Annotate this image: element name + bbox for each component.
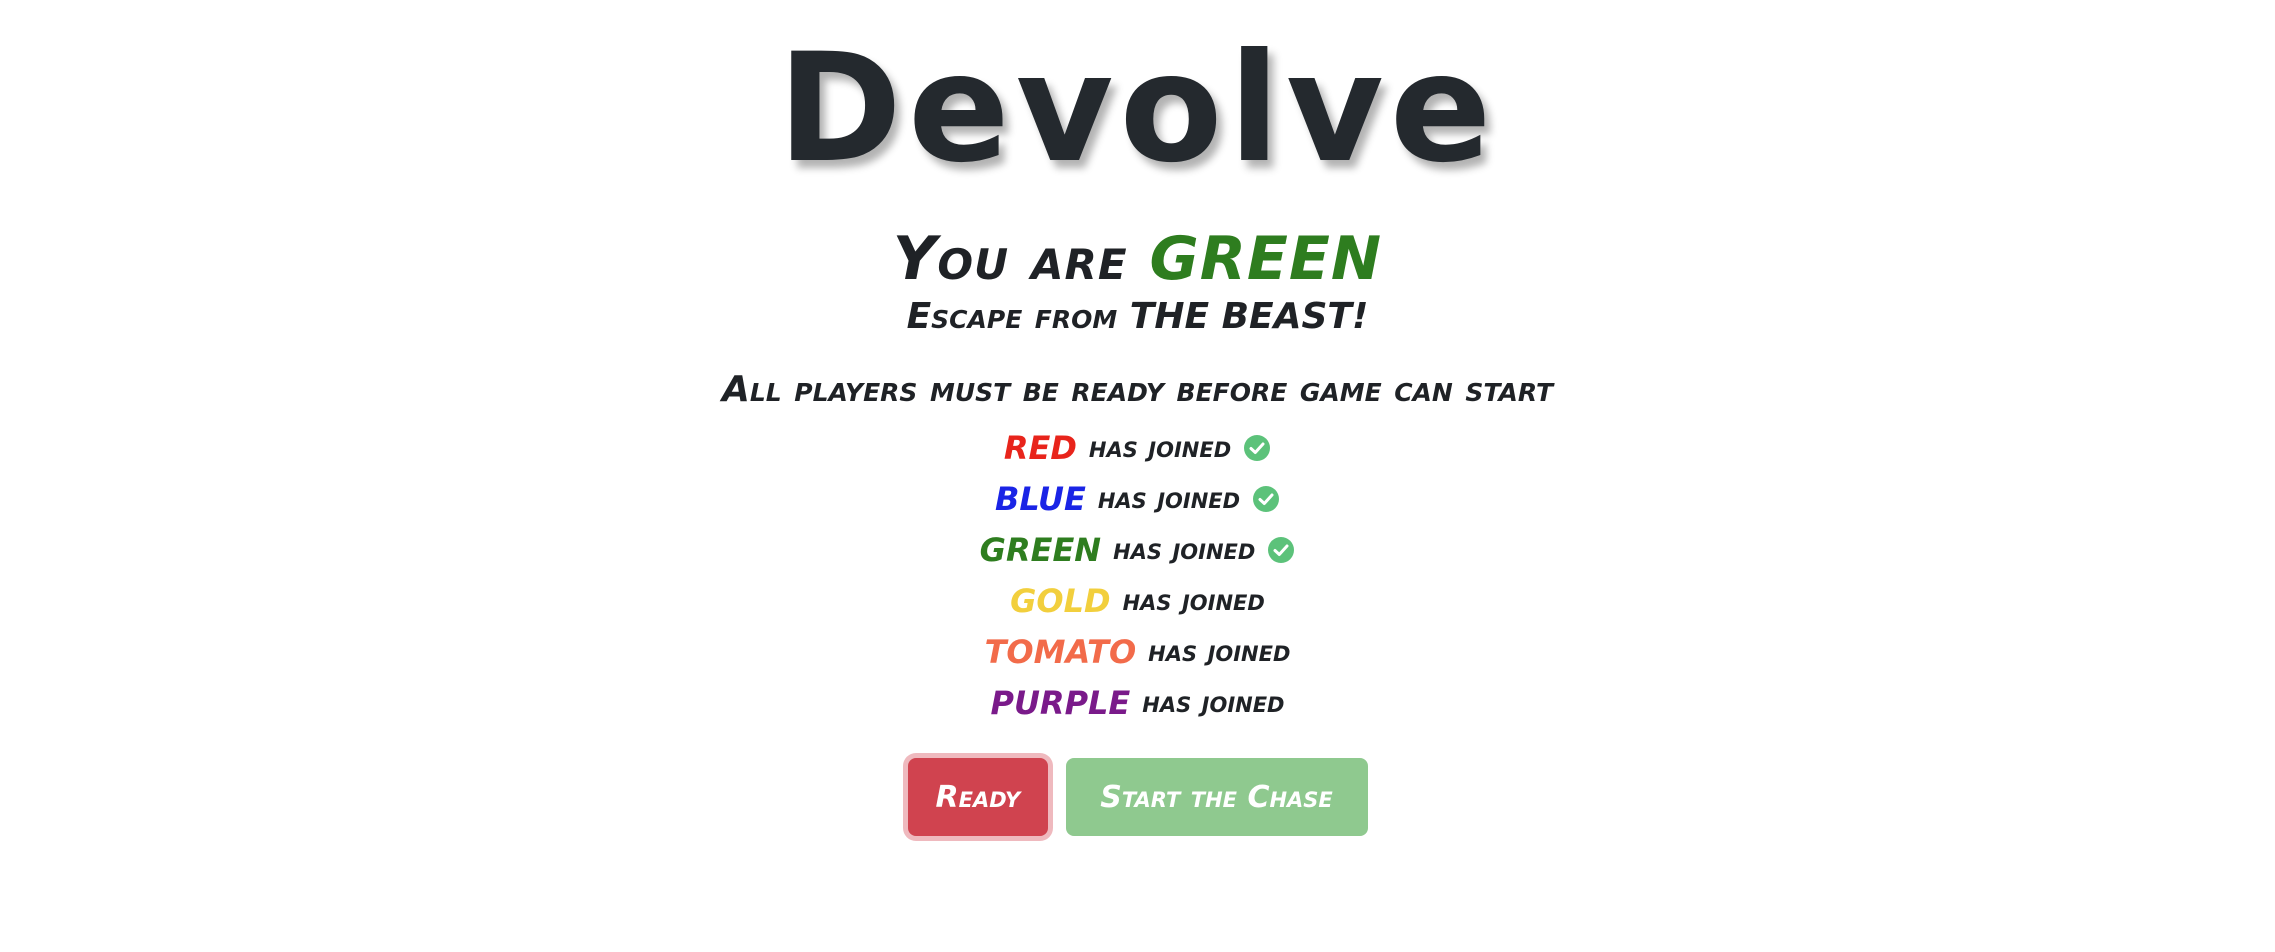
player-row: RED has joined — [1004, 422, 1271, 473]
check-circle-icon — [1253, 485, 1280, 512]
player-row: BLUE has joined — [995, 473, 1280, 524]
player-joined-text: has joined — [1148, 634, 1291, 669]
player-joined-text: has joined — [1113, 532, 1256, 567]
player-name: RED — [1003, 428, 1077, 467]
player-name: GOLD — [1010, 581, 1111, 620]
player-row: GREEN has joined — [980, 524, 1296, 575]
ready-notice: All players must be ready before game ca… — [722, 369, 1553, 410]
player-joined-text: has joined — [1088, 430, 1232, 465]
player-name: TOMATO — [984, 632, 1137, 671]
player-joined-text: has joined — [1122, 583, 1265, 618]
lobby-buttons: Ready Start the Chase — [907, 758, 1368, 836]
player-name: GREEN — [979, 530, 1102, 569]
player-joined-text: has joined — [1142, 685, 1285, 720]
you-are-prefix: You are — [892, 224, 1150, 294]
ready-button[interactable]: Ready — [907, 758, 1048, 836]
player-joined-text: has joined — [1097, 481, 1241, 516]
start-chase-button[interactable]: Start the Chase — [1065, 758, 1368, 836]
player-list: RED has joined BLUE has joined GREEN has join… — [980, 422, 1296, 728]
lobby-screen: Devolve You are GREEN Escape from THE BE… — [0, 0, 2275, 952]
player-role-text: Escape from THE BEAST! — [906, 296, 1369, 337]
player-row: PURPLE has joined — [990, 677, 1284, 728]
player-identity: You are GREEN — [893, 226, 1382, 292]
game-title: Devolve — [777, 22, 1498, 196]
player-color-name: GREEN — [1149, 224, 1383, 294]
player-row: GOLD has joined — [1010, 575, 1265, 626]
player-row: TOMATO has joined — [985, 626, 1291, 677]
player-name: PURPLE — [990, 683, 1131, 722]
check-circle-icon — [1244, 434, 1271, 461]
check-circle-icon — [1268, 536, 1295, 563]
player-name: BLUE — [994, 479, 1086, 518]
